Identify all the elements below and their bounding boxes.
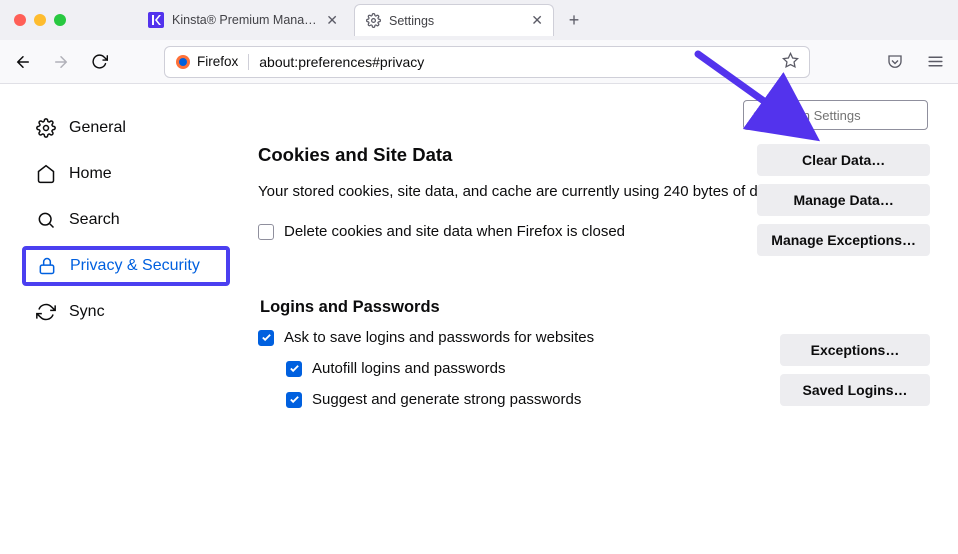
checkbox-checked[interactable] [258,330,274,346]
sidebar-item-home[interactable]: Home [22,154,230,194]
url-bar[interactable]: Firefox about:preferences#privacy [164,46,810,78]
close-tab-icon[interactable]: ✕ [531,12,543,29]
gear-icon [365,13,381,29]
reload-button[interactable] [86,49,112,75]
tab-label: Kinsta® Premium Managed Word [172,13,318,27]
lock-icon [36,255,58,277]
pocket-icon[interactable] [882,49,908,75]
manage-data-button[interactable]: Manage Data… [757,184,930,216]
sidebar-item-label: Home [69,165,112,183]
logins-section-title: Logins and Passwords [260,298,930,317]
sidebar-item-label: General [69,119,126,137]
sidebar-item-label: Privacy & Security [70,257,200,275]
checkbox-checked[interactable] [286,392,302,408]
identity-box[interactable]: Firefox [175,54,249,70]
checkbox-label: Autofill logins and passwords [312,360,505,377]
bookmark-star-icon[interactable] [782,52,799,72]
gear-icon [35,117,57,139]
saved-logins-button[interactable]: Saved Logins… [780,374,930,406]
identity-label: Firefox [197,54,238,69]
menu-icon[interactable] [922,49,948,75]
checkbox-label: Suggest and generate strong passwords [312,391,581,408]
checkbox-label: Delete cookies and site data when Firefo… [284,223,625,240]
home-icon [35,163,57,185]
sidebar-item-privacy[interactable]: Privacy & Security [22,246,230,286]
maximize-window-button[interactable] [54,14,66,26]
checkbox-label: Ask to save logins and passwords for web… [284,329,594,346]
close-tab-icon[interactable]: ✕ [326,12,338,29]
firefox-icon [175,54,191,70]
checkbox-unchecked[interactable] [258,224,274,240]
browser-toolbar: Firefox about:preferences#privacy [0,40,958,84]
manage-exceptions-button[interactable]: Manage Exceptions… [757,224,930,256]
window-controls [14,14,66,26]
logins-exceptions-button[interactable]: Exceptions… [780,334,930,366]
checkbox-checked[interactable] [286,361,302,377]
tab-bar: Kinsta® Premium Managed Word ✕ Settings … [0,0,958,40]
tab-label: Settings [389,14,523,28]
sync-icon [35,301,57,323]
search-icon [35,209,57,231]
back-button[interactable] [10,49,36,75]
sidebar-item-general[interactable]: General [22,108,230,148]
sidebar-item-sync[interactable]: Sync [22,292,230,332]
clear-data-button[interactable]: Clear Data… [757,144,930,176]
new-tab-button[interactable]: + [560,10,588,31]
tab-settings[interactable]: Settings ✕ [354,4,554,36]
close-window-button[interactable] [14,14,26,26]
sidebar-item-label: Search [69,211,120,229]
settings-main: Cookies and Site Data Your stored cookie… [230,84,958,554]
url-text: about:preferences#privacy [259,54,772,70]
forward-button[interactable] [48,49,74,75]
settings-sidebar: General Home Search Privacy & Security S… [0,84,230,554]
kinsta-favicon [148,12,164,28]
sidebar-item-label: Sync [69,303,105,321]
sidebar-item-search[interactable]: Search [22,200,230,240]
minimize-window-button[interactable] [34,14,46,26]
tab-kinsta[interactable]: Kinsta® Premium Managed Word ✕ [138,4,348,36]
